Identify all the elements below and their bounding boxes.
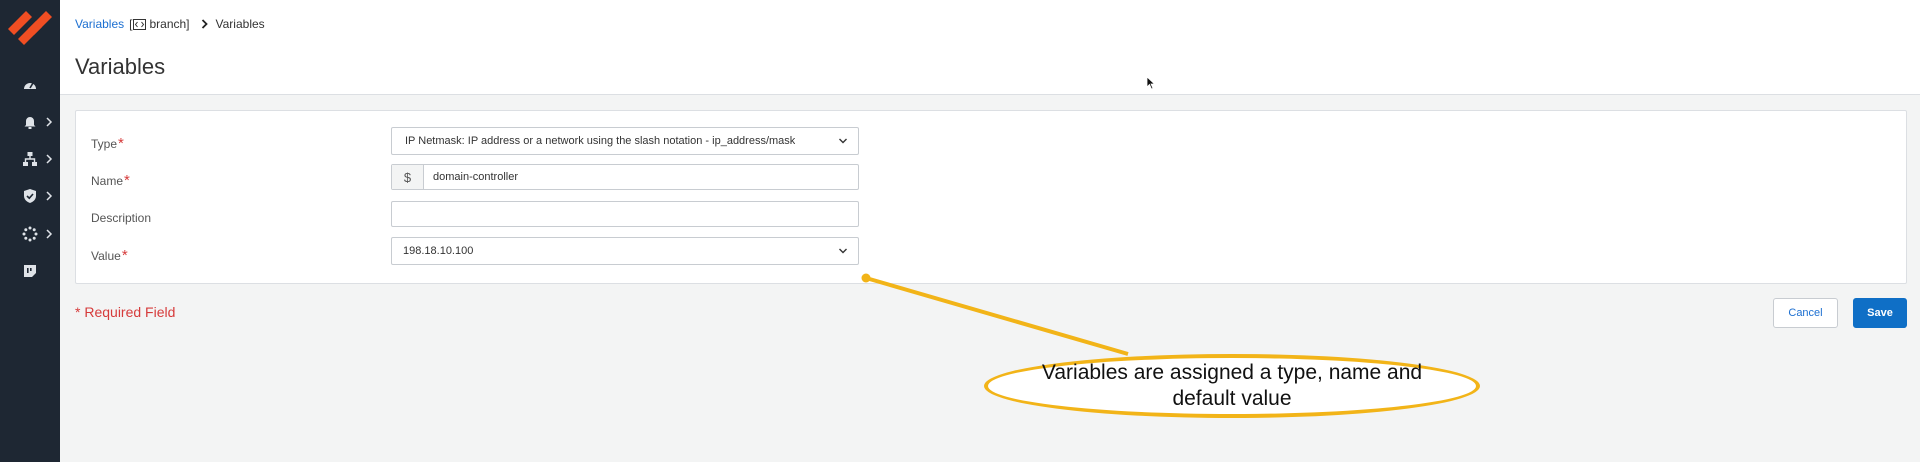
breadcrumb-link-variables[interactable]: Variables — [75, 17, 124, 31]
sticky-note-icon — [24, 265, 36, 277]
sidebar-item-dashboard[interactable] — [0, 68, 60, 102]
sidebar-item-automation[interactable] — [0, 217, 60, 251]
breadcrumb: Variables [ branch] Variables — [75, 17, 265, 31]
spinner-icon — [22, 226, 38, 242]
chevron-right-icon — [46, 191, 53, 201]
network-icon — [23, 152, 37, 166]
mouse-cursor-icon — [1146, 76, 1156, 90]
chevron-right-icon — [201, 19, 208, 29]
save-button[interactable]: Save — [1853, 298, 1907, 328]
sidebar-item-notes[interactable] — [0, 254, 60, 288]
breadcrumb-current: Variables — [215, 17, 265, 31]
chevron-down-icon — [839, 248, 847, 254]
description-label: Description — [91, 211, 152, 225]
value-label: Value* — [91, 247, 128, 264]
name-field[interactable]: $ domain-controller — [391, 164, 859, 190]
chevron-right-icon — [46, 229, 53, 239]
chevron-down-icon — [839, 138, 847, 144]
name-input[interactable]: domain-controller — [424, 171, 518, 183]
description-input[interactable] — [391, 201, 859, 227]
type-select[interactable]: IP Netmask: IP address or a network usin… — [391, 127, 859, 155]
logo-icon[interactable] — [4, 8, 56, 48]
sidebar — [0, 0, 60, 462]
sidebar-item-alerts[interactable] — [0, 105, 60, 139]
type-label: Type* — [91, 135, 124, 152]
code-branch-icon — [133, 18, 147, 30]
page-header: Variables [ branch] Variables Variables — [60, 0, 1920, 95]
variable-form: Type* IP Netmask: IP address or a networ… — [75, 110, 1907, 284]
callout-text: Variables are assigned a type, name and … — [1041, 361, 1423, 410]
chevron-right-icon — [46, 154, 53, 164]
name-label: Name* — [91, 172, 130, 189]
value-select[interactable]: 198.18.10.100 — [391, 237, 859, 265]
breadcrumb-bracket: [ — [129, 17, 133, 31]
shield-icon — [24, 189, 36, 203]
dashboard-icon — [24, 82, 36, 89]
chevron-right-icon — [46, 117, 53, 127]
required-field-note: * Required Field — [75, 304, 176, 320]
name-prefix: $ — [392, 165, 424, 189]
callout-bubble: Variables are assigned a type, name and … — [984, 354, 1480, 418]
cancel-button[interactable]: Cancel — [1773, 298, 1838, 328]
breadcrumb-branch: branch] — [149, 17, 190, 31]
page-title: Variables — [75, 54, 166, 79]
alarm-icon — [24, 117, 36, 129]
sidebar-item-network[interactable] — [0, 142, 60, 176]
sidebar-item-security[interactable] — [0, 179, 60, 213]
